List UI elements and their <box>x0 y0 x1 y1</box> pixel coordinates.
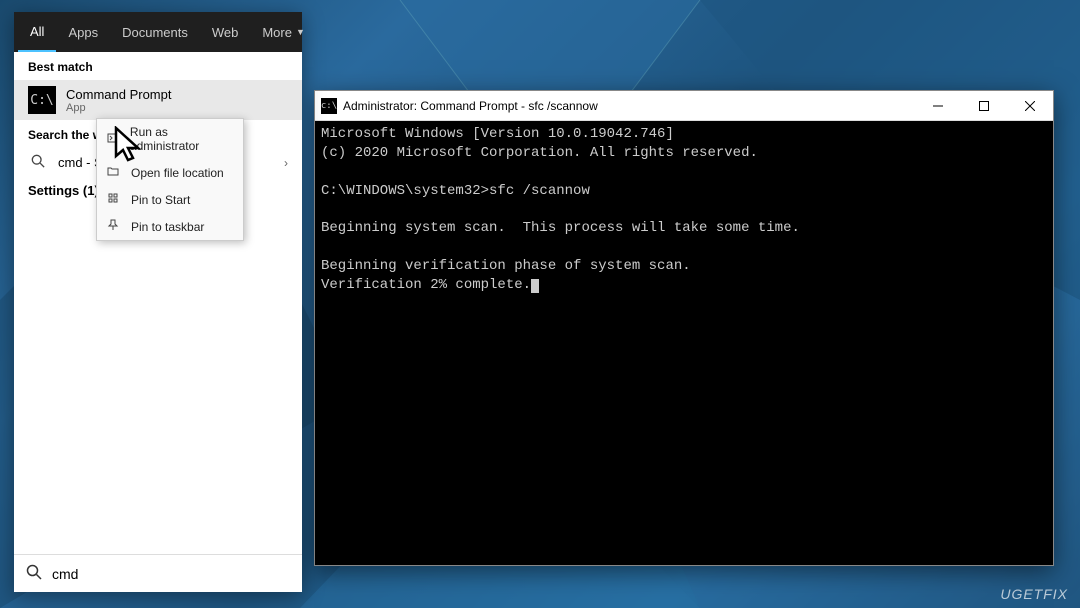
best-match-subtitle: App <box>66 102 171 114</box>
terminal-output[interactable]: Microsoft Windows [Version 10.0.19042.74… <box>315 121 1053 565</box>
command-prompt-icon: c:\ <box>321 98 337 114</box>
terminal-cursor <box>531 279 539 293</box>
titlebar[interactable]: c:\ Administrator: Command Prompt - sfc … <box>315 91 1053 121</box>
search-tabs: All Apps Documents Web More ▼ <box>14 12 302 52</box>
tab-more[interactable]: More ▼ <box>250 12 317 52</box>
context-pin-taskbar[interactable]: Pin to taskbar <box>97 213 243 240</box>
best-match-title: Command Prompt <box>66 87 171 102</box>
command-prompt-window: c:\ Administrator: Command Prompt - sfc … <box>314 90 1054 566</box>
pin-taskbar-icon <box>107 219 123 234</box>
chevron-right-icon: › <box>284 156 288 170</box>
tab-more-label: More <box>262 25 292 40</box>
search-icon <box>28 154 48 171</box>
close-button[interactable] <box>1007 91 1053 121</box>
watermark: UGETFIX <box>1000 586 1068 602</box>
context-pin-start[interactable]: Pin to Start <box>97 186 243 213</box>
search-icon <box>26 564 42 583</box>
best-match-result[interactable]: C:\ Command Prompt App <box>14 80 302 120</box>
tab-apps[interactable]: Apps <box>56 12 110 52</box>
maximize-icon <box>979 101 989 111</box>
search-input-row <box>14 554 302 592</box>
tab-web[interactable]: Web <box>200 12 251 52</box>
minimize-icon <box>933 101 943 111</box>
maximize-button[interactable] <box>961 91 1007 121</box>
chevron-down-icon: ▼ <box>296 27 305 37</box>
start-search-panel: All Apps Documents Web More ▼ Best match… <box>14 12 302 592</box>
tab-documents[interactable]: Documents <box>110 12 200 52</box>
pin-start-icon <box>107 192 123 207</box>
window-title: Administrator: Command Prompt - sfc /sca… <box>343 99 598 113</box>
command-prompt-icon: C:\ <box>28 86 56 114</box>
tab-all[interactable]: All <box>18 12 56 52</box>
best-match-heading: Best match <box>14 52 302 80</box>
context-item-label: Pin to taskbar <box>131 220 204 234</box>
minimize-button[interactable] <box>915 91 961 121</box>
close-icon <box>1025 101 1035 111</box>
context-item-label: Pin to Start <box>131 193 190 207</box>
mouse-cursor-icon <box>112 126 148 168</box>
search-input[interactable] <box>52 566 290 582</box>
